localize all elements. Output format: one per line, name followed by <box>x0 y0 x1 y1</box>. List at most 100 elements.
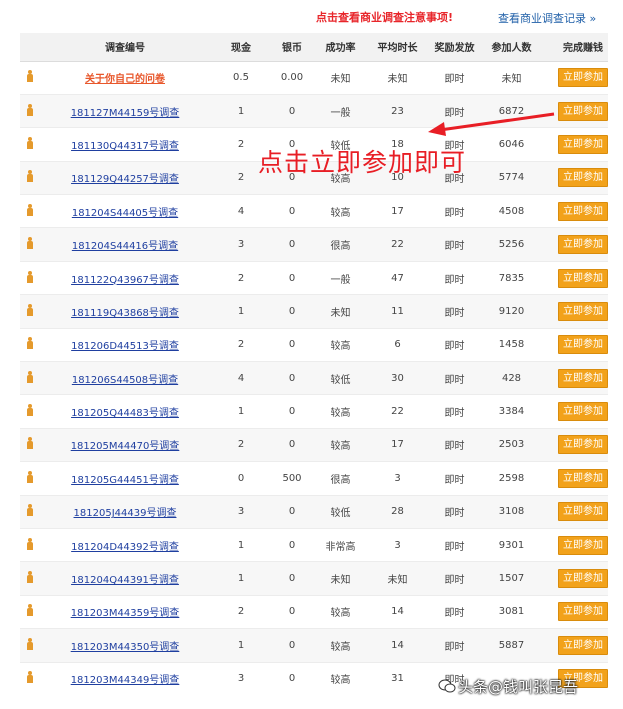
person-icon <box>27 203 33 216</box>
row-survey-id-cell: 181203M44359号调查 <box>40 595 210 630</box>
row-cash: 2 <box>210 328 272 363</box>
person-icon <box>27 103 33 116</box>
join-now-button[interactable]: 立即参加 <box>558 268 608 288</box>
row-survey-id-cell: 181119Q43868号调查 <box>40 294 210 329</box>
row-person-cell <box>20 528 40 563</box>
join-now-button[interactable]: 立即参加 <box>558 435 608 455</box>
survey-id-link[interactable]: 181206S44508号调查 <box>72 375 178 386</box>
join-now-button[interactable]: 立即参加 <box>558 168 608 188</box>
survey-id-link[interactable]: 181204D44392号调查 <box>71 542 179 553</box>
row-reward: 即时 <box>426 328 483 363</box>
row-survey-id-cell: 181204S44416号调查 <box>40 227 210 262</box>
survey-id-link[interactable]: 181203M44350号调查 <box>71 642 180 653</box>
row-participants: 5256 <box>483 227 540 262</box>
person-icon <box>27 170 33 183</box>
row-person-cell <box>20 328 40 363</box>
row-success-rate: 非常高 <box>312 528 369 563</box>
table-header-row: 调查编号 现金 银币 成功率 平均时长 奖励发放 参加人数 完成赚钱 <box>20 33 608 62</box>
join-now-button[interactable]: 立即参加 <box>558 602 608 622</box>
survey-id-link[interactable]: 181205M44470号调查 <box>71 441 180 452</box>
join-now-button[interactable]: 立即参加 <box>558 535 608 555</box>
row-survey-id-cell: 181205G44451号调查 <box>40 461 210 496</box>
header-icon-col <box>20 33 40 62</box>
row-cash: 3 <box>210 662 272 693</box>
row-silver: 0 <box>272 561 312 596</box>
row-survey-id-cell: 181127M44159号调查 <box>40 94 210 129</box>
join-now-button[interactable]: 立即参加 <box>558 368 608 388</box>
row-cash: 2 <box>210 595 272 630</box>
survey-records-link[interactable]: 查看商业调查记录 » <box>498 10 596 26</box>
survey-id-link[interactable]: 181205G44451号调查 <box>71 475 179 486</box>
row-participants: 3384 <box>483 394 540 429</box>
survey-id-link[interactable]: 181205J44439号调查 <box>74 508 177 519</box>
table-row: 181204D44392号调查 1 0 非常高 3 即时 9301 立即参加 <box>20 528 608 563</box>
row-cash: 2 <box>210 428 272 463</box>
join-now-button[interactable]: 立即参加 <box>558 201 608 221</box>
row-participants: 1507 <box>483 561 540 596</box>
person-icon <box>27 470 33 483</box>
row-survey-id-cell: 181122Q43967号调查 <box>40 261 210 296</box>
header-cash: 现金 <box>210 33 272 62</box>
survey-id-link[interactable]: 181129Q44257号调查 <box>71 174 179 185</box>
row-silver: 0 <box>272 528 312 563</box>
row-silver: 0 <box>272 628 312 663</box>
survey-id-link[interactable]: 关于你自己的问卷 <box>85 74 165 85</box>
row-person-cell <box>20 127 40 162</box>
person-icon <box>27 270 33 283</box>
row-avg-time: 47 <box>369 261 426 296</box>
join-now-button[interactable]: 立即参加 <box>558 134 608 154</box>
person-icon <box>27 671 33 684</box>
row-avg-time: 17 <box>369 194 426 229</box>
row-participants: 5887 <box>483 628 540 663</box>
survey-id-link[interactable]: 181130Q44317号调查 <box>71 141 179 152</box>
row-participants: 2598 <box>483 461 540 496</box>
row-cash: 1 <box>210 528 272 563</box>
row-cash: 1 <box>210 294 272 329</box>
row-success-rate: 较高 <box>312 595 369 630</box>
pointer-arrow-icon <box>428 112 555 136</box>
row-survey-id-cell: 181203M44350号调查 <box>40 628 210 663</box>
survey-id-link[interactable]: 181204S44416号调查 <box>72 241 178 252</box>
row-survey-id-cell: 181204D44392号调查 <box>40 528 210 563</box>
row-person-cell <box>20 161 40 196</box>
join-now-button[interactable]: 立即参加 <box>558 335 608 355</box>
row-success-rate: 较低 <box>312 361 369 396</box>
survey-id-link[interactable]: 181127M44159号调查 <box>71 108 180 119</box>
row-survey-id-cell: 181206D44513号调查 <box>40 328 210 363</box>
survey-id-link[interactable]: 181206D44513号调查 <box>71 341 179 352</box>
person-icon <box>27 136 33 149</box>
survey-id-link[interactable]: 181122Q43967号调查 <box>71 275 179 286</box>
survey-id-link[interactable]: 181204Q44391号调查 <box>71 575 179 586</box>
row-join-cell: 立即参加 <box>540 227 608 262</box>
table-row: 181122Q43967号调查 2 0 一般 47 即时 7835 立即参加 <box>20 261 608 296</box>
join-now-button[interactable]: 立即参加 <box>558 569 608 589</box>
row-silver: 0 <box>272 495 312 529</box>
row-success-rate: 很高 <box>312 461 369 496</box>
join-now-button[interactable]: 立即参加 <box>558 235 608 255</box>
join-now-button[interactable]: 立即参加 <box>558 101 608 121</box>
row-cash: 0.5 <box>210 61 272 95</box>
row-silver: 0 <box>272 194 312 229</box>
row-reward: 即时 <box>426 561 483 596</box>
join-now-button[interactable]: 立即参加 <box>558 402 608 422</box>
survey-id-link[interactable]: 181203M44359号调查 <box>71 608 180 619</box>
row-reward: 即时 <box>426 361 483 396</box>
survey-id-link[interactable]: 181203M44349号调查 <box>71 675 180 686</box>
join-now-button[interactable]: 立即参加 <box>558 301 608 321</box>
survey-notice-link[interactable]: 点击查看商业调查注意事项! <box>316 9 453 25</box>
join-now-button[interactable]: 立即参加 <box>558 502 608 522</box>
instruction-annotation: 点击立即参加即可 <box>258 148 467 177</box>
join-now-button[interactable]: 立即参加 <box>558 635 608 655</box>
join-now-button[interactable]: 立即参加 <box>558 468 608 488</box>
row-join-cell: 立即参加 <box>540 194 608 229</box>
survey-id-link[interactable]: 181119Q43868号调查 <box>71 308 179 319</box>
row-avg-time: 6 <box>369 328 426 363</box>
row-survey-id-cell: 181130Q44317号调查 <box>40 127 210 162</box>
survey-id-link[interactable]: 181205Q44483号调查 <box>71 408 179 419</box>
join-now-button[interactable]: 立即参加 <box>558 68 608 88</box>
row-reward: 即时 <box>426 628 483 663</box>
table-row: 181203M44350号调查 1 0 较高 14 即时 5887 立即参加 <box>20 628 608 663</box>
row-participants: 3108 <box>483 495 540 529</box>
survey-id-link[interactable]: 181204S44405号调查 <box>72 208 178 219</box>
row-person-cell <box>20 461 40 496</box>
